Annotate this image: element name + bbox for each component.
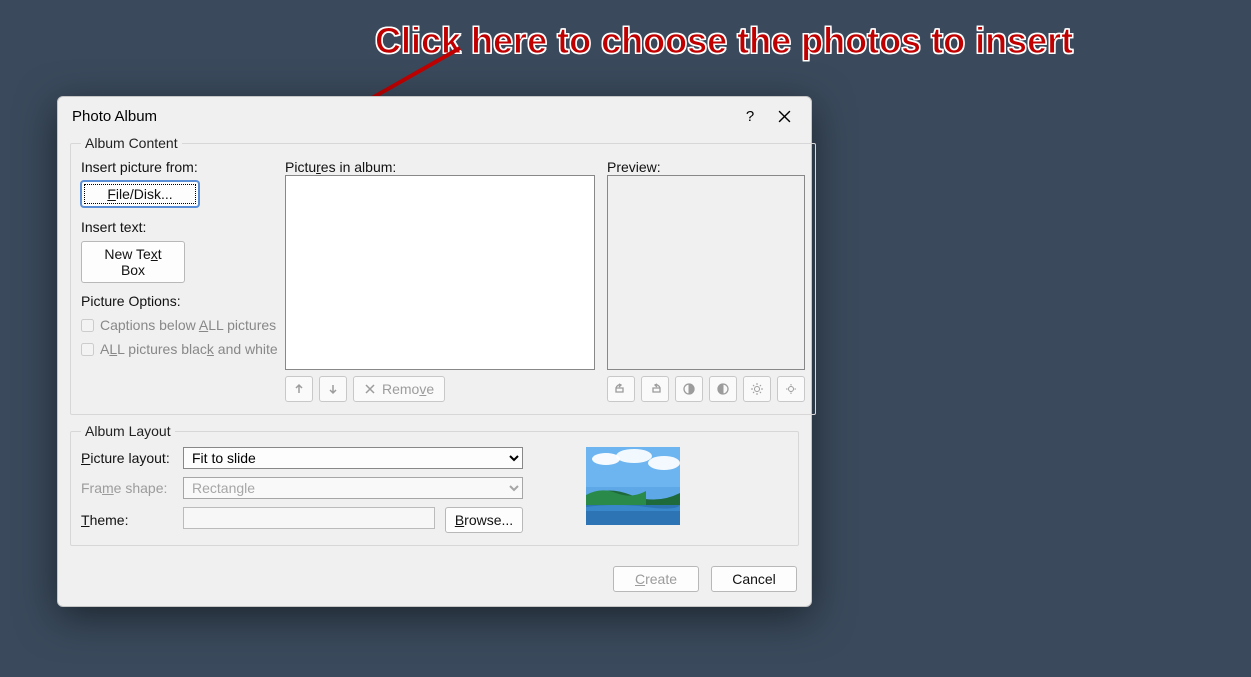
- arrow-down-icon: [326, 382, 340, 396]
- contrast-up-icon: [682, 382, 696, 396]
- theme-input[interactable]: [183, 507, 435, 529]
- file-disk-button[interactable]: File/Disk...: [81, 181, 199, 207]
- rotate-left-button[interactable]: [607, 376, 635, 402]
- album-layout-legend: Album Layout: [81, 423, 175, 439]
- layout-preview-thumbnail: [586, 447, 680, 525]
- picture-layout-label: Picture layout:: [81, 450, 173, 466]
- remove-x-icon: [364, 383, 376, 395]
- callout-annotation: Click here to choose the photos to inser…: [375, 20, 1195, 62]
- brightness-down-icon: [784, 382, 798, 396]
- dialog-titlebar: Photo Album ?: [58, 97, 811, 135]
- brightness-up-button[interactable]: [743, 376, 771, 402]
- rotate-left-icon: [613, 382, 629, 396]
- preview-box: [607, 175, 805, 370]
- dialog-footer: Create Cancel: [70, 554, 799, 594]
- contrast-down-button[interactable]: [709, 376, 737, 402]
- preview-label: Preview:: [607, 159, 805, 175]
- help-button[interactable]: ?: [733, 101, 767, 131]
- move-up-button[interactable]: [285, 376, 313, 402]
- remove-button[interactable]: Remove: [353, 376, 445, 402]
- frame-shape-label: Frame shape:: [81, 480, 173, 496]
- album-layout-group: Album Layout Picture layout: Fit to slid…: [70, 423, 799, 546]
- captions-below-checkbox: [81, 319, 94, 332]
- remove-label: Remove: [382, 381, 434, 397]
- arrow-up-icon: [292, 382, 306, 396]
- frame-shape-select: Rectangle: [183, 477, 523, 499]
- captions-below-checkbox-row: Captions below ALL pictures: [81, 317, 281, 333]
- all-bw-checkbox-row: ALL pictures black and white: [81, 341, 281, 357]
- theme-label: Theme:: [81, 512, 173, 528]
- contrast-up-button[interactable]: [675, 376, 703, 402]
- contrast-down-icon: [716, 382, 730, 396]
- insert-picture-from-label: Insert picture from:: [81, 159, 281, 175]
- all-bw-label: ALL pictures black and white: [100, 341, 278, 357]
- album-content-legend: Album Content: [81, 135, 182, 151]
- brightness-down-button[interactable]: [777, 376, 805, 402]
- dialog-title: Photo Album: [72, 108, 733, 125]
- cancel-button[interactable]: Cancel: [711, 566, 797, 592]
- pictures-in-album-listbox[interactable]: [285, 175, 595, 370]
- photo-album-dialog: Photo Album ? Album Content Insert pictu…: [57, 96, 812, 607]
- rotate-right-button[interactable]: [641, 376, 669, 402]
- pictures-in-album-label: Pictures in album:: [285, 159, 595, 175]
- insert-text-label: Insert text:: [81, 219, 281, 235]
- create-button[interactable]: Create: [613, 566, 699, 592]
- move-down-button[interactable]: [319, 376, 347, 402]
- picture-options-label: Picture Options:: [81, 293, 281, 309]
- rotate-right-icon: [647, 382, 663, 396]
- picture-layout-select[interactable]: Fit to slide: [183, 447, 523, 469]
- browse-button[interactable]: Browse...: [445, 507, 523, 533]
- brightness-up-icon: [750, 382, 764, 396]
- new-text-box-button[interactable]: New Text Box: [81, 241, 185, 283]
- close-icon: [778, 110, 791, 123]
- album-content-group: Album Content Insert picture from: File/…: [70, 135, 816, 415]
- close-button[interactable]: [767, 101, 801, 131]
- all-bw-checkbox: [81, 343, 94, 356]
- captions-below-label: Captions below ALL pictures: [100, 317, 276, 333]
